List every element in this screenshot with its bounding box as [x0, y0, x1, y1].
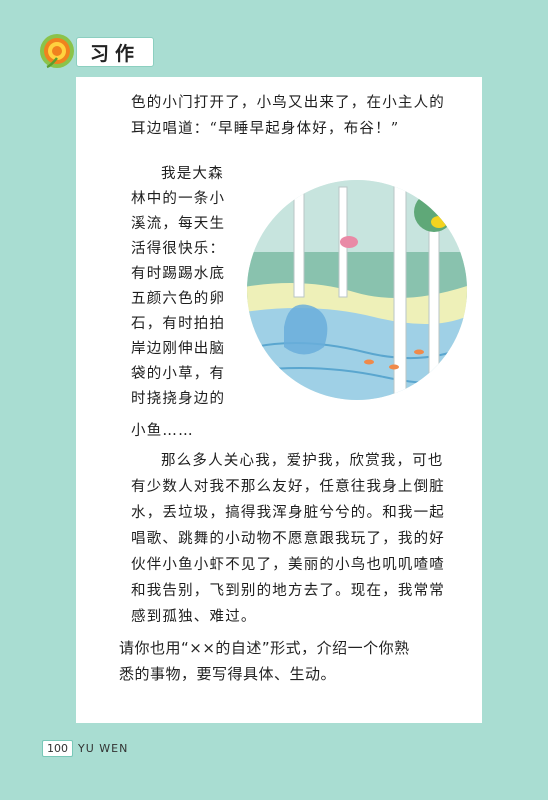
text-line: 小鱼……: [131, 423, 194, 439]
text-line: 林中的一条小: [131, 191, 226, 207]
text-line: 时挠挠身边的: [131, 391, 226, 407]
text-line: 溪流，每天生: [131, 216, 226, 232]
text-line: 袋的小草，有: [131, 366, 226, 382]
text-line: 伙伴小鱼小虾不见了，美丽的小鸟也叽叽喳喳: [131, 557, 445, 573]
text-line: 耳边唱道：“早睡早起身体好，布谷！”: [131, 121, 400, 137]
page-footer: 100 YU WEN: [42, 740, 128, 757]
text-line: 五颜六色的卵: [131, 291, 226, 307]
text-line: 水，丢垃圾，搞得我浑身脏兮兮的。和我一起: [131, 505, 445, 521]
text-line: 色的小门打开了，小鸟又出来了，在小主人的: [131, 95, 445, 111]
stream-illustration: [247, 180, 467, 400]
book-name: YU WEN: [78, 742, 129, 755]
text-line: 那么多人关心我，爱护我，欣赏我，可也: [161, 453, 444, 469]
text-line: 和我告别，飞到别的地方去了。现在，我常常: [131, 583, 445, 599]
text-line: 唱歌、跳舞的小动物不愿意跟我玩了，我的好: [131, 531, 445, 547]
text-line: 感到孤独、难过。: [131, 609, 257, 625]
text-line: 我是大森: [161, 166, 224, 182]
text-line: 岸边刚伸出脑: [131, 341, 226, 357]
exercise-prompt-line: 请你也用“××的自述”形式，介绍一个你熟: [119, 639, 410, 657]
orange-flower-logo-icon: [40, 34, 74, 69]
section-title: 习作: [76, 37, 154, 67]
text-line: 活得很快乐：: [131, 241, 226, 257]
text-line: 有时踢踢水底: [131, 266, 226, 282]
page-content: 色的小门打开了，小鸟又出来了，在小主人的 耳边唱道：“早睡早起身体好，布谷！” …: [76, 77, 482, 723]
text-line: 石，有时拍拍: [131, 316, 226, 332]
exercise-prompt-line: 悉的事物，要写得具体、生动。: [119, 665, 337, 683]
text-line: 有少数人对我不那么友好，任意往我身上倒脏: [131, 479, 445, 495]
section-header: 习作: [38, 32, 154, 72]
page-number: 100: [42, 740, 73, 757]
